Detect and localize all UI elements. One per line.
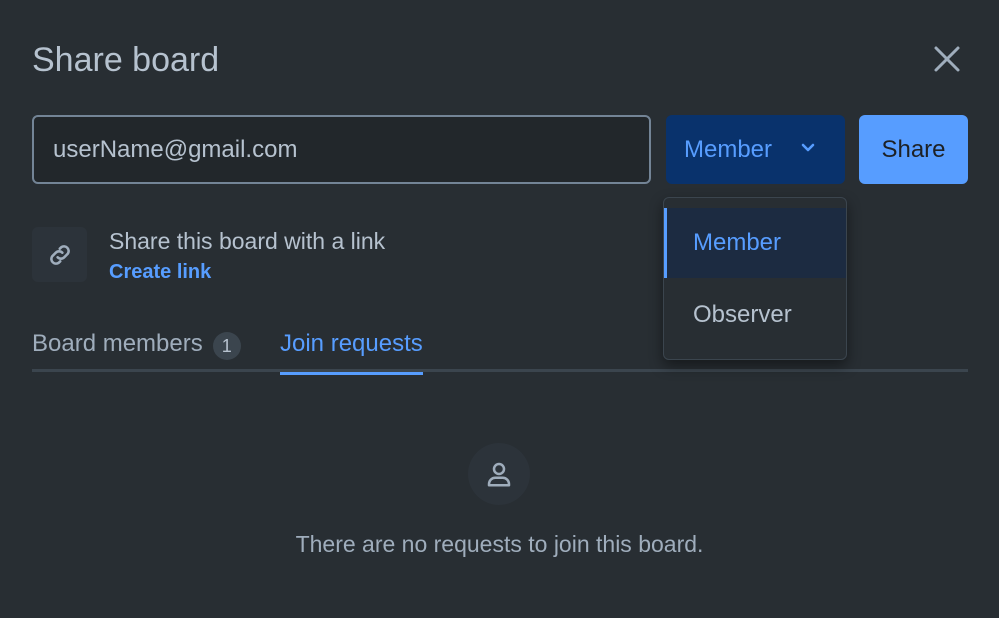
tab-join-requests[interactable]: Join requests: [280, 330, 423, 375]
chevron-down-icon: [801, 143, 815, 152]
email-input[interactable]: [32, 115, 651, 184]
role-dropdown-menu: Member Observer: [663, 197, 847, 360]
empty-state-avatar: [468, 443, 530, 505]
empty-state-message: There are no requests to join this board…: [295, 531, 704, 557]
link-icon-box: [32, 227, 87, 282]
role-select[interactable]: Member: [666, 115, 845, 184]
tab-board-members-label: Board members: [32, 330, 203, 357]
share-button[interactable]: Share: [859, 115, 968, 184]
tab-board-members[interactable]: Board members 1: [32, 330, 241, 372]
tab-join-requests-label: Join requests: [280, 330, 423, 357]
share-board-modal: Share board Member Share Share this boar…: [0, 0, 999, 618]
link-icon: [49, 244, 70, 265]
role-select-label: Member: [684, 135, 773, 163]
role-option-member[interactable]: Member: [664, 208, 846, 278]
modal-title: Share board: [32, 41, 220, 79]
close-button[interactable]: [926, 38, 968, 80]
create-link-button[interactable]: Create link: [109, 261, 211, 284]
members-count-badge: 1: [212, 332, 241, 360]
close-icon: [934, 46, 960, 72]
role-option-observer[interactable]: Observer: [664, 280, 846, 350]
person-icon: [487, 462, 511, 487]
share-link-label: Share this board with a link: [109, 228, 386, 254]
